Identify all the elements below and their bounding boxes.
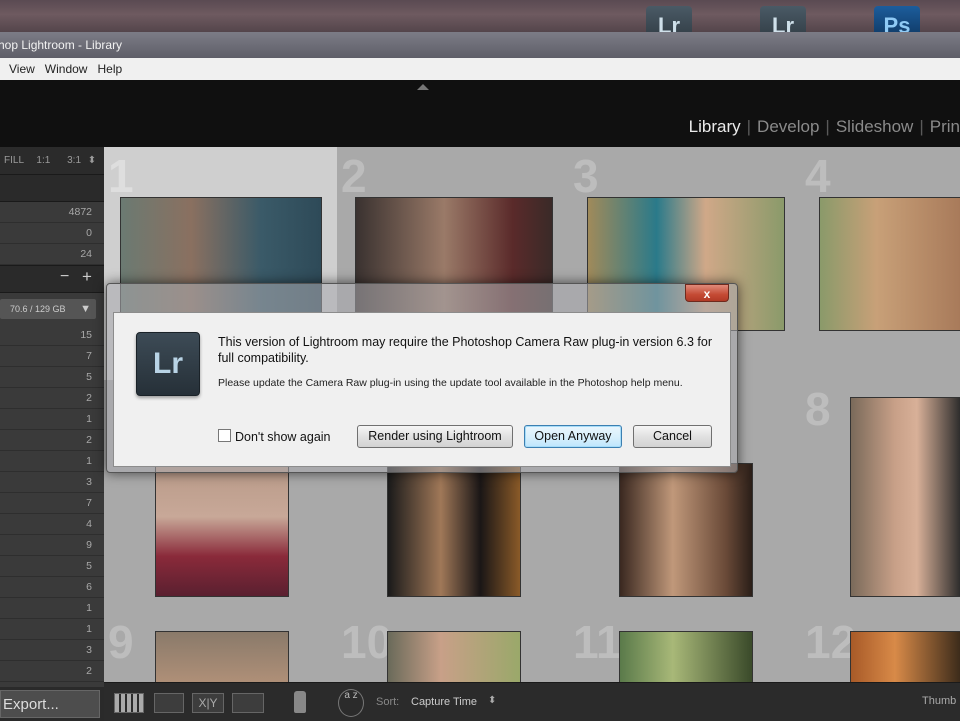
zoom-fill[interactable]: FILL [4, 155, 24, 166]
disk-disclosure-icon: ▼ [80, 303, 91, 315]
folder-count[interactable]: 5 [0, 556, 104, 577]
survey-view-icon[interactable] [232, 693, 264, 713]
folder-count[interactable]: 2 [0, 430, 104, 451]
cell-index: 3 [573, 150, 599, 202]
top-panel-toggle-icon[interactable] [417, 84, 429, 90]
cell-index: 11 [573, 616, 622, 668]
photo-thumbnail[interactable] [155, 631, 289, 685]
folder-count[interactable]: 9 [0, 535, 104, 556]
photo-thumbnail[interactable] [819, 197, 960, 331]
module-develop[interactable]: Develop [751, 117, 825, 136]
left-panel: FILL 1:1 3:1 ⬍ 4872 0 24 − + 70.6 / 129 … [0, 147, 104, 687]
folder-count[interactable]: 5 [0, 367, 104, 388]
module-header: Library | Develop | Slideshow | Prin [0, 80, 960, 147]
menu-bar: View Window Help [0, 58, 960, 81]
grid-cell[interactable]: 4 [801, 147, 960, 381]
dialog-body: Lr This version of Lightroom may require… [113, 312, 731, 467]
folder-count[interactable]: 1 [0, 409, 104, 430]
module-slideshow[interactable]: Slideshow [830, 117, 920, 136]
cell-index: 12 [805, 616, 857, 668]
module-print[interactable]: Prin [924, 117, 960, 136]
folder-count[interactable]: 2 [0, 388, 104, 409]
sort-select-chevron-icon[interactable]: ⬍ [488, 695, 496, 706]
zoom-stepper-icon[interactable]: ⬍ [88, 155, 96, 166]
dialog-submessage: Please update the Camera Raw plug-in usi… [218, 377, 683, 389]
export-button[interactable]: Export... [0, 690, 100, 718]
window-title: hop Lightroom - Library [0, 38, 123, 52]
folder-count[interactable]: 7 [0, 493, 104, 514]
folder-count[interactable]: 1 [0, 451, 104, 472]
dont-show-again-label: Don't show again [235, 430, 331, 444]
folder-count[interactable]: 1 [0, 619, 104, 640]
cell-index: 2 [341, 150, 367, 202]
zoom-1-1[interactable]: 1:1 [36, 155, 50, 166]
folder-count[interactable]: 7 [0, 346, 104, 367]
menu-window[interactable]: Window [40, 58, 93, 80]
cell-index: 10 [341, 616, 393, 668]
sort-select[interactable]: Capture Time [411, 696, 477, 708]
sort-label: Sort: [376, 696, 400, 708]
camera-raw-compatibility-dialog: x Lr This version of Lightroom may requi… [106, 283, 738, 473]
folder-count[interactable]: 3 [0, 472, 104, 493]
remove-folder-icon[interactable]: − [60, 268, 69, 286]
module-library[interactable]: Library [683, 117, 747, 136]
folder-count[interactable]: 4 [0, 514, 104, 535]
dialog-message: This version of Lightroom may require th… [218, 335, 712, 365]
photo-thumbnail[interactable] [387, 631, 521, 685]
catalog-count[interactable]: 0 [0, 223, 104, 244]
photo-thumbnail[interactable] [850, 631, 960, 685]
grid-cell[interactable]: 12 [801, 613, 960, 685]
photo-thumbnail[interactable] [155, 463, 289, 597]
photo-thumbnail[interactable] [387, 463, 521, 597]
cell-index: 4 [805, 150, 831, 202]
cell-index: 9 [108, 616, 134, 668]
cell-index: 8 [805, 383, 831, 435]
window-titlebar: hop Lightroom - Library [0, 32, 960, 58]
folders-header: − + [0, 265, 104, 293]
dont-show-again-checkbox[interactable] [218, 429, 231, 442]
folder-count[interactable]: 2 [0, 661, 104, 682]
grid-view-icon[interactable] [114, 693, 144, 713]
close-button[interactable]: x [685, 284, 729, 302]
grid-cell[interactable]: 9 [104, 613, 338, 685]
menu-view[interactable]: View [4, 58, 40, 80]
thumbnail-size-label: Thumb [922, 695, 957, 707]
grid-cell[interactable]: 11 [569, 613, 802, 685]
disk-usage-label: 70.6 / 129 GB [10, 304, 66, 314]
photo-thumbnail[interactable] [619, 463, 753, 597]
open-anyway-button[interactable]: Open Anyway [524, 425, 622, 448]
render-using-lightroom-button[interactable]: Render using Lightroom [357, 425, 513, 448]
dont-show-again-option[interactable]: Don't show again [218, 429, 331, 444]
lightroom-logo-icon: Lr [136, 332, 200, 396]
photo-thumbnail[interactable] [619, 631, 753, 685]
menu-help[interactable]: Help [92, 58, 127, 80]
folder-count[interactable]: 6 [0, 577, 104, 598]
grid-cell[interactable]: 8 [801, 380, 960, 614]
loupe-view-icon[interactable] [154, 693, 184, 713]
sort-direction-icon[interactable]: a z [338, 689, 364, 717]
photo-thumbnail[interactable] [850, 397, 960, 597]
catalog-header[interactable] [0, 174, 104, 202]
desktop-background: Lr Lr Ps [0, 0, 960, 46]
navigator-header: FILL 1:1 3:1 ⬍ [0, 147, 104, 174]
cancel-button[interactable]: Cancel [633, 425, 712, 448]
folder-count[interactable]: 15 [0, 325, 104, 346]
catalog-count[interactable]: 24 [0, 244, 104, 265]
disk-usage-bar[interactable]: 70.6 / 129 GB ▼ [0, 299, 96, 319]
folder-count[interactable]: 3 [0, 640, 104, 661]
grid-cell[interactable]: 10 [337, 613, 570, 685]
folder-count[interactable]: 1 [0, 598, 104, 619]
catalog-count[interactable]: 4872 [0, 202, 104, 223]
module-picker: Library | Develop | Slideshow | Prin [683, 117, 960, 137]
grid-toolbar: X|Y a z Sort: Capture Time ⬍ Thumb [104, 682, 960, 721]
add-folder-icon[interactable]: + [82, 267, 92, 287]
painter-spray-icon[interactable] [294, 691, 306, 713]
zoom-3-1[interactable]: 3:1 [67, 155, 81, 166]
cell-index: 1 [108, 150, 134, 202]
sort-direction-label: a z [344, 690, 358, 701]
compare-view-icon[interactable]: X|Y [192, 693, 224, 713]
